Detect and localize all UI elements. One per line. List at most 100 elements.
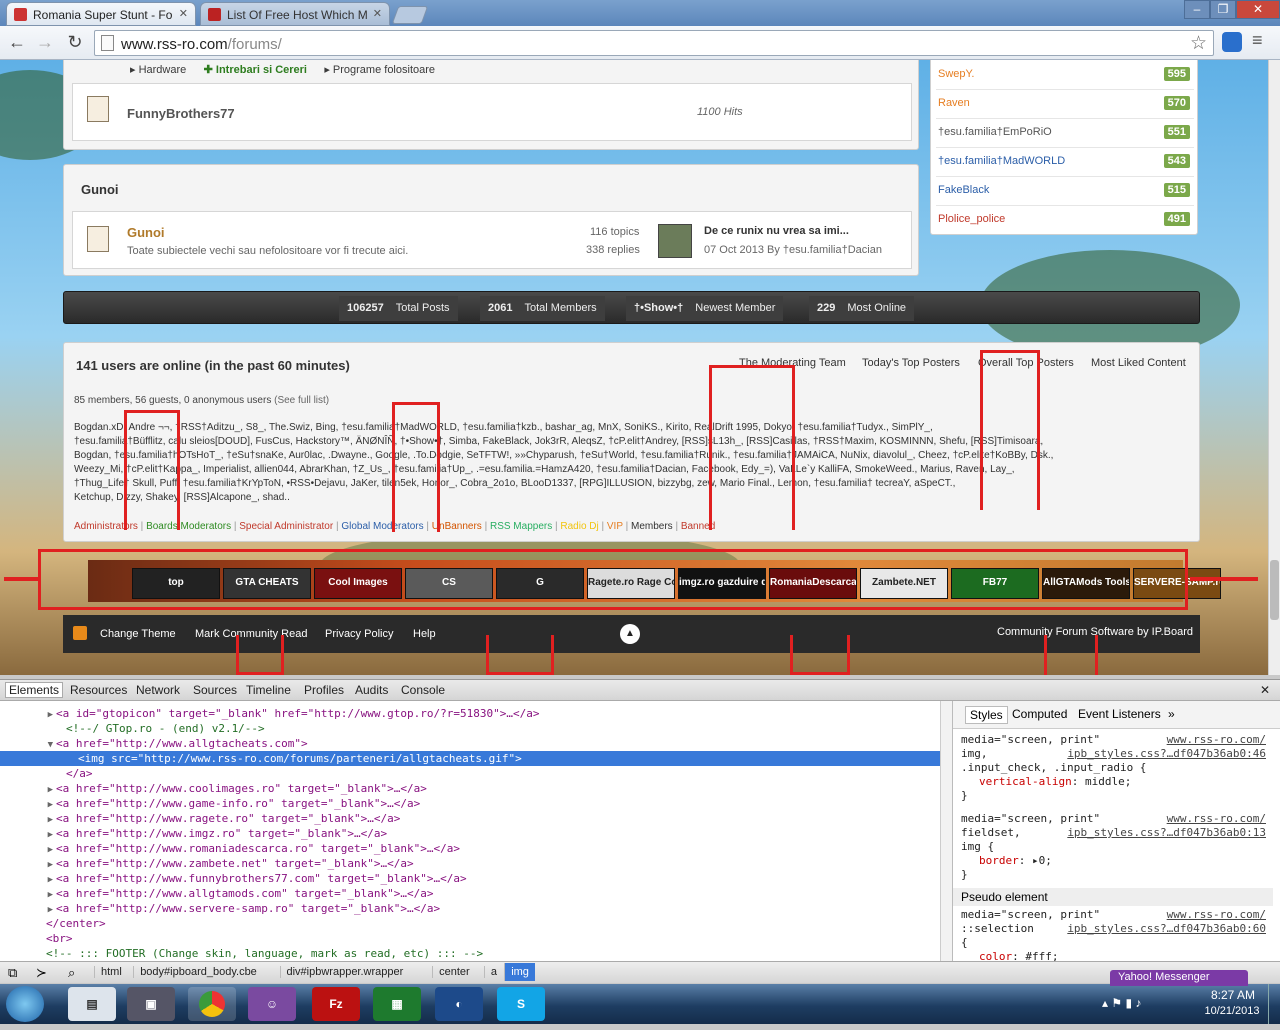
forum-title[interactable]: FunnyBrothers77 [127,106,235,121]
tab-computed[interactable]: Computed [1012,707,1067,721]
breadcrumb-item[interactable]: a [483,966,503,978]
subforum-link[interactable]: ▸ Hardware [130,64,186,76]
tab-free-host[interactable]: List Of Free Host Which M ✕ [200,2,390,26]
show-desktop-button[interactable] [1268,984,1280,1024]
tray-icons[interactable]: ▴ ⚑ ▮ ♪ [1102,996,1141,1010]
devtools-tab-profiles[interactable]: Profiles [304,683,344,697]
notepad-icon[interactable]: ▤ [68,987,116,1021]
dom-node[interactable]: ▶ <a href="http://www.ragete.ro" target="… [0,811,940,826]
dom-node[interactable]: <!-- ::: FOOTER (Change skin, language, … [0,946,940,961]
rule-declaration[interactable]: color: #fff; [961,950,1266,961]
top-poster-row[interactable]: Plolice_police 491 [936,206,1194,235]
minimize-button[interactable]: – [1184,0,1210,19]
dom-node[interactable]: </a> [0,766,940,781]
devtools-tab-sources[interactable]: Sources [193,683,237,697]
dom-node[interactable]: ▶ <a href="http://www.allgtamods.com" tar… [0,886,940,901]
rule-source-link[interactable]: ipb_styles.css?…df047b36ab0:46 [1067,747,1266,761]
dom-node[interactable]: ▶ <a href="http://www.coolimages.ro" targ… [0,781,940,796]
privacy-policy-link[interactable]: Privacy Policy [325,628,393,640]
google-earth-icon[interactable]: ◐ [435,987,483,1021]
rss-icon[interactable] [73,626,87,640]
dom-node[interactable]: ▶ <a id="gtopicon" target="_blank" href="… [0,706,940,721]
tab-styles[interactable]: Styles [965,706,1008,724]
rule-declaration[interactable]: border: ▸0; [961,854,1266,868]
dom-node[interactable]: </center> [0,916,940,931]
legend-group-2[interactable]: Special Administrator [239,521,333,532]
dom-node[interactable]: ▶ <a href="http://www.imgz.ro" target="_b… [0,826,940,841]
yahoo-messenger-icon[interactable]: ☺ [248,987,296,1021]
forward-arrow-icon[interactable]: → [34,32,56,54]
chrome-icon[interactable] [188,987,236,1021]
extension-icon[interactable] [1222,32,1242,52]
more-tabs-icon[interactable]: » [1168,707,1175,721]
filezilla-icon[interactable]: Fz [312,987,360,1021]
tab-todays-top-posters[interactable]: Today's Top Posters [862,357,960,369]
stat-newest-member[interactable]: †•Show•† Newest Member [626,296,784,321]
devtools-tab-network[interactable]: Network [136,683,180,697]
dom-node[interactable]: ▶ <a href="http://www.servere-samp.ro" ta… [0,901,940,916]
help-link[interactable]: Help [413,628,436,640]
subforum-link[interactable]: ✚ Intrebari si Cereri [204,64,307,76]
dom-node[interactable]: ▶ <a href="http://www.funnybrothers77.com… [0,871,940,886]
devtools-tab-resources[interactable]: Resources [70,683,127,697]
top-poster-row[interactable]: †esu.familia†EmPoRiO 551 [936,119,1194,148]
rule-source-link[interactable]: ipb_styles.css?…df047b36ab0:13 [1067,826,1266,840]
breadcrumb-item[interactable]: img [504,963,535,981]
change-theme-link[interactable]: Change Theme [100,628,176,640]
legend-group-6[interactable]: Radio Dj [560,521,598,532]
dom-node[interactable]: <br> [0,931,940,946]
cpu-monitor-icon[interactable]: ▣ [127,987,175,1021]
last-post-title[interactable]: De ce runix nu vrea sa imi... [704,225,849,237]
dock-icon[interactable]: ⧉ [8,965,17,981]
rule-source-link[interactable]: www.rss-ro.com/ [1167,812,1266,826]
console-drawer-icon[interactable]: ≻ [36,965,47,981]
dom-node[interactable]: ▶ <a href="http://www.zambete.net" target… [0,856,940,871]
close-devtools-icon[interactable]: ✕ [1260,683,1270,697]
breadcrumb-item[interactable]: body#ipboard_body.cbe [133,966,263,978]
devtools-tab-audits[interactable]: Audits [355,683,388,697]
breadcrumb-item[interactable]: center [432,966,476,978]
see-full-list-link[interactable]: (See full list) [274,395,329,406]
skype-icon[interactable]: S [497,987,545,1021]
close-window-button[interactable]: ✕ [1236,0,1280,19]
start-button-icon[interactable] [6,986,44,1022]
messenger-popup[interactable]: Yahoo! Messenger [1110,970,1248,986]
rule-source-link[interactable]: www.rss-ro.com/ [1167,908,1266,922]
bookmark-star-icon[interactable]: ☆ [1190,32,1207,55]
close-tab-icon[interactable]: ✕ [179,7,188,20]
forum-title[interactable]: Gunoi [127,225,165,240]
dom-node[interactable]: <!--/ GTop.ro - (end) v2.1/--> [0,721,940,736]
dom-scrollbar[interactable] [940,701,952,961]
scrollbar-thumb[interactable] [1270,560,1279,620]
top-poster-row[interactable]: SwepY. 595 [936,61,1194,90]
close-tab-icon[interactable]: ✕ [373,7,382,20]
rule-source-link[interactable]: www.rss-ro.com/ [1167,733,1266,747]
devtools-tab-elements[interactable]: Elements [5,682,64,698]
subforum-link[interactable]: ▸ Programe folositoare [324,64,435,76]
reload-icon[interactable]: ↻ [64,32,86,54]
tab-event-listeners[interactable]: Event Listeners [1078,707,1161,721]
tab-most-liked-content[interactable]: Most Liked Content [1091,357,1186,369]
dom-node[interactable]: ▶ <a href="http://www.game-info.ro" targe… [0,796,940,811]
rule-declaration[interactable]: vertical-align: middle; [961,775,1266,789]
search-icon[interactable]: ⌕ [68,965,75,981]
devtools-tab-console[interactable]: Console [401,683,445,697]
legend-group-5[interactable]: RSS Mappers [490,521,552,532]
legend-group-8[interactable]: Members [631,521,673,532]
back-to-top-icon[interactable]: ▲ [620,624,640,644]
devtools-tab-timeline[interactable]: Timeline [246,683,291,697]
breadcrumb-item[interactable]: html [94,966,128,978]
dom-node[interactable]: <img src="http://www.rss-ro.com/forums/p… [0,751,940,766]
spreadsheet-icon[interactable]: ▦ [373,987,421,1021]
top-poster-row[interactable]: Raven 570 [936,90,1194,119]
dom-node[interactable]: ▶ <a href="http://www.romaniadescarca.ro"… [0,841,940,856]
back-arrow-icon[interactable]: ← [6,32,28,54]
rule-source-link[interactable]: ipb_styles.css?…df047b36ab0:60 [1067,922,1266,936]
maximize-button[interactable]: ❐ [1210,0,1236,19]
top-poster-row[interactable]: FakeBlack 515 [936,177,1194,206]
page-scrollbar[interactable] [1268,60,1280,675]
tab-rss-forum[interactable]: Romania Super Stunt - Fo ✕ [6,2,196,26]
legend-group-7[interactable]: VIP [607,521,623,532]
top-poster-row[interactable]: †esu.familia†MadWORLD 543 [936,148,1194,177]
breadcrumb-item[interactable]: div#ipbwrapper.wrapper [279,966,410,978]
